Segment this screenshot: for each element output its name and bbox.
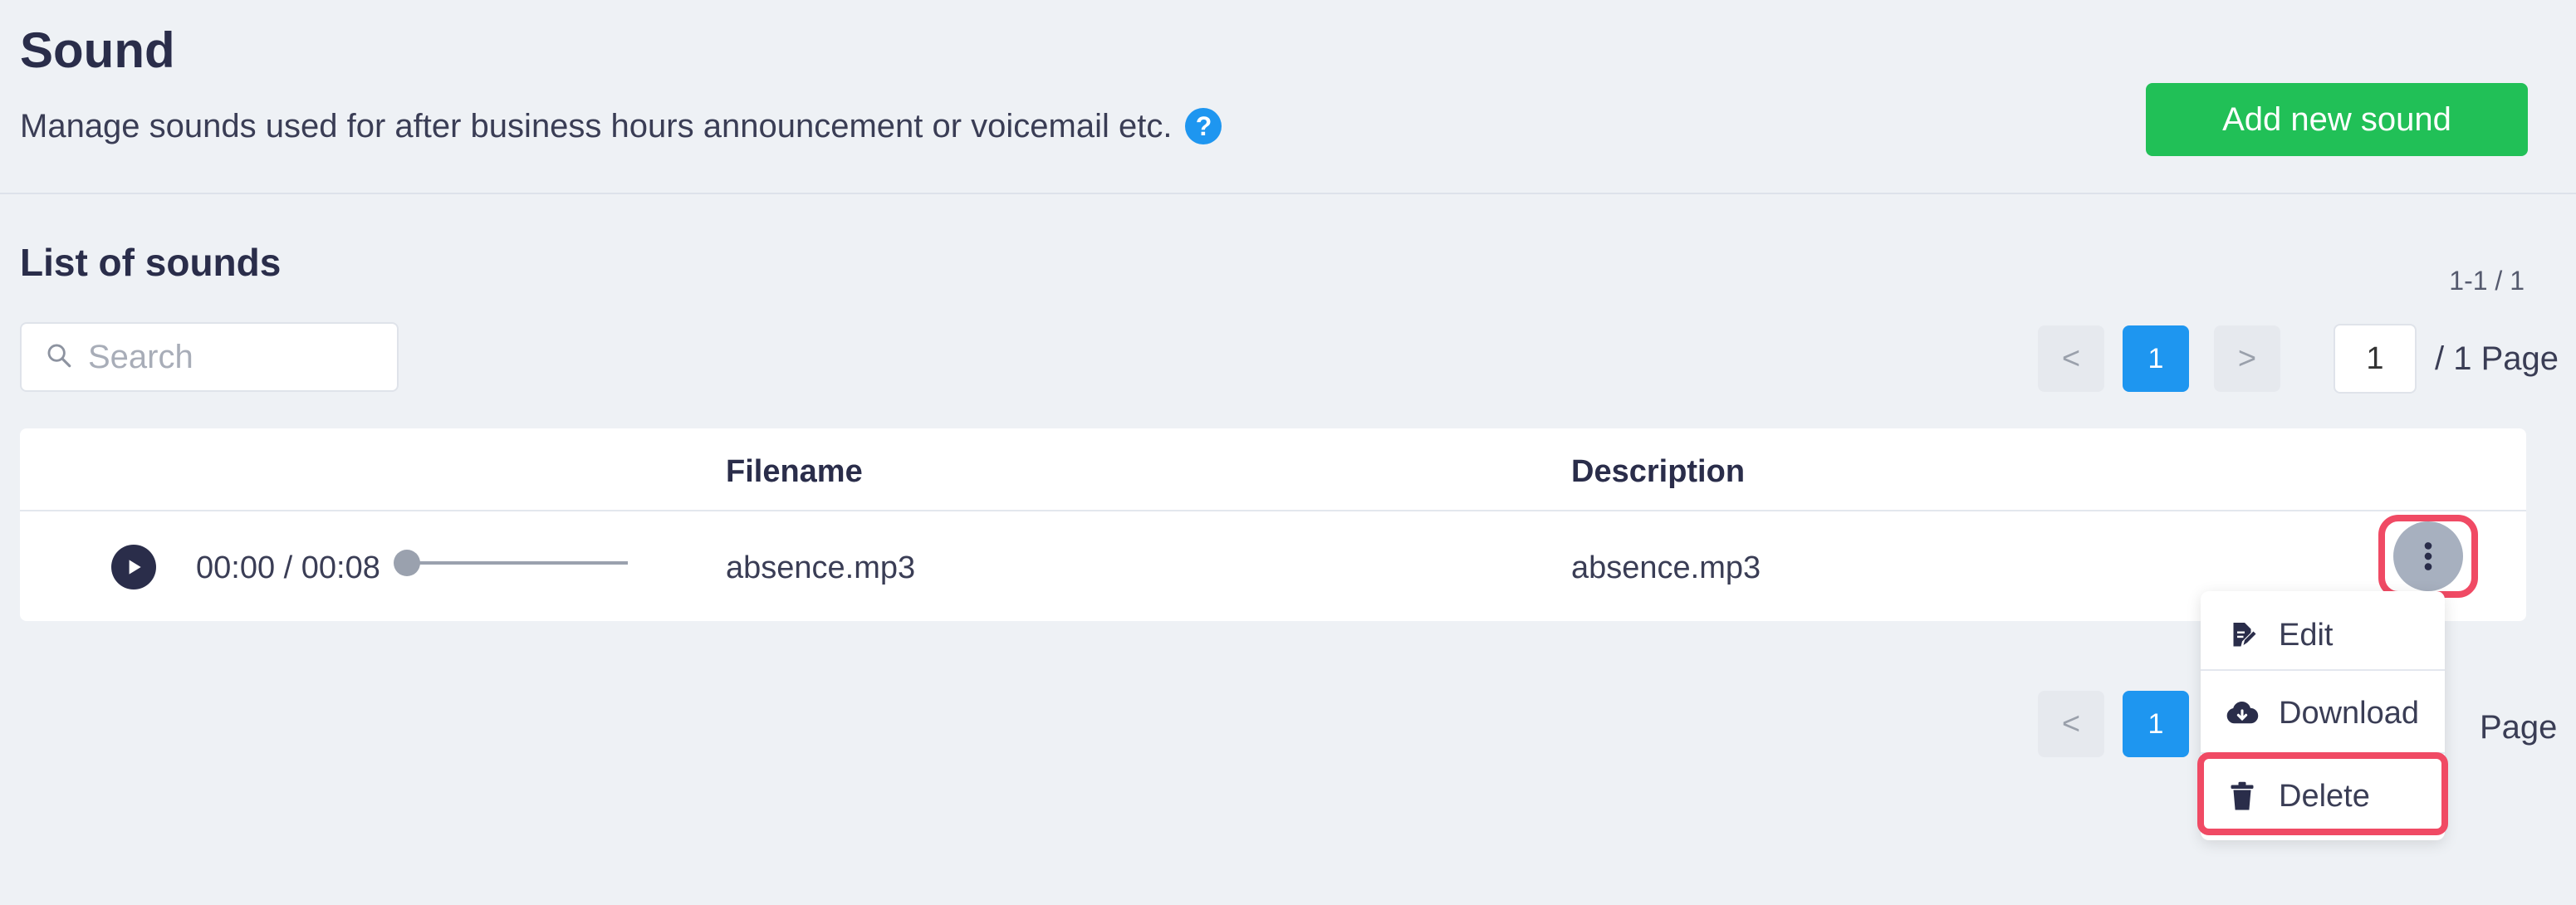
page-subtitle: Manage sounds used for after business ho… bbox=[20, 103, 1222, 149]
help-icon[interactable]: ? bbox=[1185, 108, 1222, 144]
cloud-download-icon bbox=[2226, 697, 2259, 730]
search-input[interactable] bbox=[86, 337, 389, 377]
pagination-next-button[interactable]: > bbox=[2214, 325, 2280, 392]
delete-highlight-box bbox=[2197, 752, 2448, 835]
column-header-filename: Filename bbox=[726, 454, 863, 489]
row-filename: absence.mp3 bbox=[726, 550, 916, 585]
menu-item-download[interactable]: Download bbox=[2201, 673, 2445, 754]
search-box[interactable] bbox=[20, 322, 399, 392]
sounds-table bbox=[20, 428, 2526, 621]
pagination-page-1[interactable]: 1 bbox=[2123, 325, 2189, 392]
table-header-divider bbox=[20, 510, 2526, 511]
search-icon bbox=[45, 341, 73, 374]
page-title: Sound bbox=[20, 22, 175, 78]
page-count-label: / 1 Page bbox=[2435, 340, 2559, 377]
row-description: absence.mp3 bbox=[1571, 550, 1761, 585]
seek-bar[interactable] bbox=[399, 561, 628, 565]
play-icon bbox=[129, 560, 141, 575]
list-title: List of sounds bbox=[20, 241, 282, 284]
player-time: 00:00 / 00:08 bbox=[196, 550, 380, 585]
bottom-pagination-prev-button[interactable]: < bbox=[2038, 691, 2104, 757]
menu-item-edit[interactable]: Edit bbox=[2201, 594, 2445, 676]
menu-divider bbox=[2201, 669, 2445, 671]
menu-item-label: Edit bbox=[2279, 617, 2334, 653]
more-vertical-icon bbox=[2424, 542, 2432, 570]
edit-icon bbox=[2226, 619, 2259, 652]
page-subtitle-text: Manage sounds used for after business ho… bbox=[20, 108, 1173, 144]
play-button[interactable] bbox=[111, 545, 156, 589]
pagination-prev-button[interactable]: < bbox=[2038, 325, 2104, 392]
header-divider bbox=[0, 193, 2576, 194]
page-number-input[interactable] bbox=[2334, 324, 2417, 394]
range-info: 1-1 / 1 bbox=[2449, 266, 2525, 296]
bottom-page-count-label: Page bbox=[2480, 709, 2558, 746]
menu-item-label: Download bbox=[2279, 695, 2419, 731]
row-actions-button[interactable] bbox=[2378, 515, 2478, 598]
add-new-sound-button[interactable]: Add new sound bbox=[2146, 83, 2528, 156]
bottom-pagination-page-1[interactable]: 1 bbox=[2123, 691, 2189, 757]
seek-handle[interactable] bbox=[394, 550, 420, 576]
column-header-description: Description bbox=[1571, 454, 1746, 489]
